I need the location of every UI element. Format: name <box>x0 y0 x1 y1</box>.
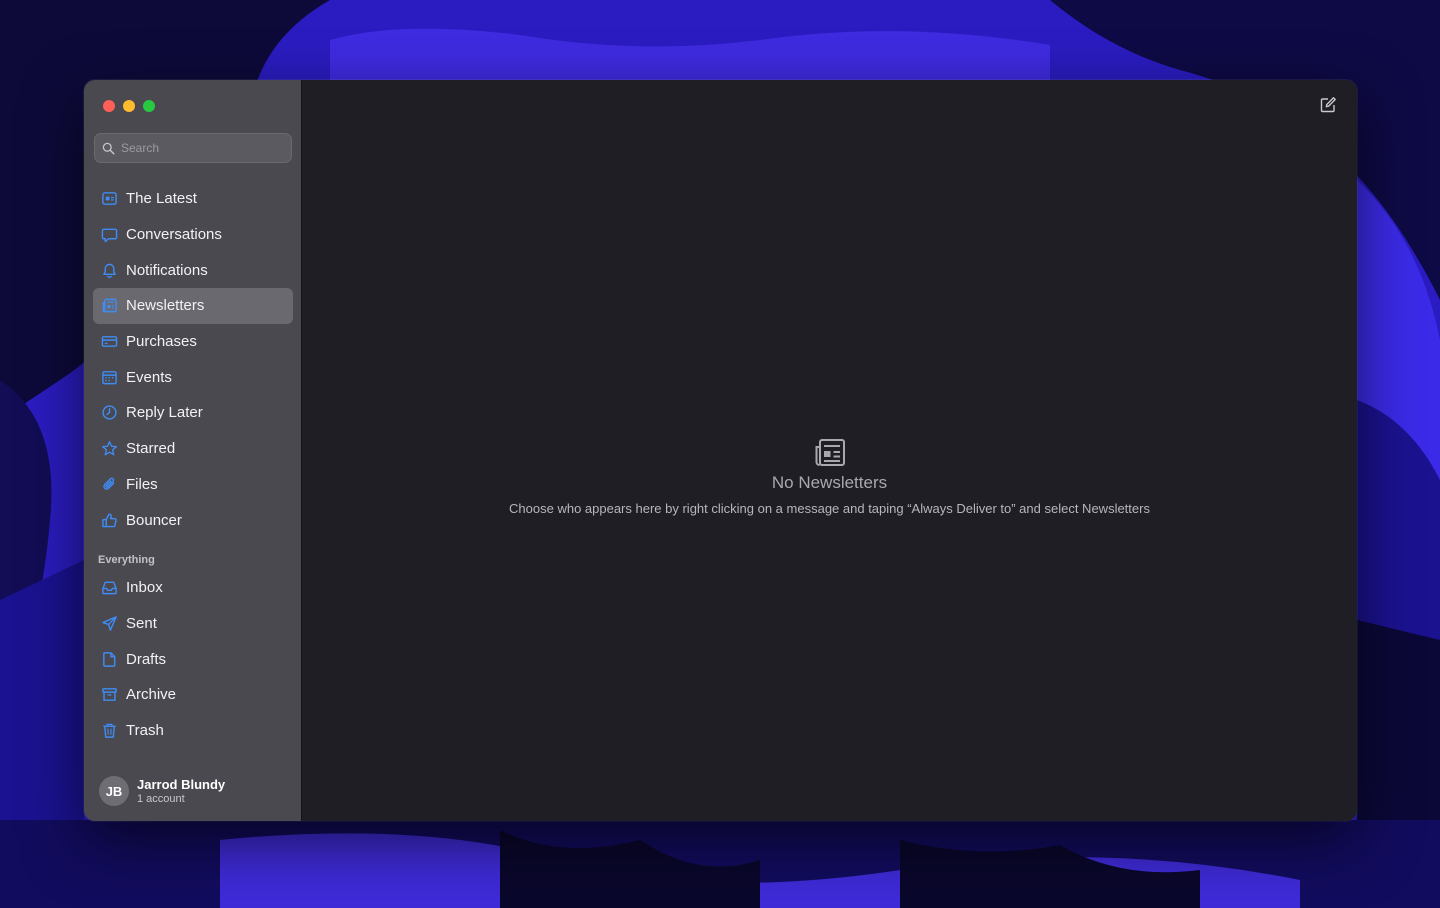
account-switcher[interactable]: JB Jarrod Blundy 1 account <box>84 761 301 821</box>
sidebar-item-the-latest[interactable]: The Latest <box>93 181 293 217</box>
sidebar-item-events[interactable]: Events <box>93 359 293 395</box>
sidebar-item-label: Inbox <box>126 579 163 597</box>
paper-plane-icon <box>100 615 118 633</box>
search-input[interactable] <box>121 141 281 155</box>
credit-card-icon <box>100 333 118 351</box>
sidebar-item-label: Conversations <box>126 226 222 244</box>
paperclip-icon <box>100 475 118 493</box>
calendar-icon <box>100 368 118 386</box>
sidebar-item-label: Files <box>126 475 158 493</box>
sidebar-nav: The Latest Conversations Notifications N… <box>93 181 293 538</box>
account-name: Jarrod Blundy <box>137 777 226 792</box>
avatar: JB <box>99 776 129 806</box>
inbox-icon <box>100 579 118 597</box>
sidebar-item-conversations[interactable]: Conversations <box>93 217 293 253</box>
sidebar-item-label: The Latest <box>126 190 197 208</box>
sidebar-item-reply-later[interactable]: Reply Later <box>93 395 293 431</box>
clock-icon <box>100 404 118 422</box>
newspaper-icon <box>815 439 845 466</box>
sidebar-item-label: Drafts <box>126 650 167 668</box>
sidebar-item-label: Newsletters <box>126 297 205 315</box>
account-info: Jarrod Blundy 1 account <box>137 777 225 805</box>
sidebar-item-drafts[interactable]: Drafts <box>93 641 293 677</box>
sidebar-item-label: Sent <box>126 615 157 633</box>
sidebar-item-sent[interactable]: Sent <box>93 606 293 642</box>
sidebar-item-inbox[interactable]: Inbox <box>93 570 293 606</box>
compose-button[interactable] <box>1319 96 1337 114</box>
latest-icon <box>100 190 118 208</box>
maximize-window-button[interactable] <box>143 100 155 112</box>
sidebar-item-starred[interactable]: Starred <box>93 431 293 467</box>
sidebar-item-archive[interactable]: Archive <box>93 677 293 713</box>
minimize-window-button[interactable] <box>123 100 135 112</box>
chat-bubble-icon <box>100 226 118 244</box>
sidebar-item-label: Starred <box>126 440 176 458</box>
sidebar-item-bouncer[interactable]: Bouncer <box>93 502 293 538</box>
section-header-everything: Everything <box>98 554 155 566</box>
star-icon <box>100 440 118 458</box>
everything-nav: Inbox Sent Drafts Archive Trash <box>93 570 293 760</box>
bell-icon <box>100 261 118 279</box>
sidebar: The Latest Conversations Notifications N… <box>84 80 302 821</box>
empty-state: No Newsletters Choose who appears here b… <box>302 438 1357 516</box>
sidebar-item-label: Bouncer <box>126 511 182 529</box>
sidebar-item-notifications[interactable]: Notifications <box>93 252 293 288</box>
trash-icon <box>100 722 118 740</box>
archive-box-icon <box>100 686 118 704</box>
search-icon <box>102 142 115 155</box>
sidebar-item-label: Events <box>126 368 172 386</box>
sidebar-item-purchases[interactable]: Purchases <box>93 324 293 360</box>
close-window-button[interactable] <box>103 100 115 112</box>
thumbs-up-icon <box>100 511 118 529</box>
document-icon <box>100 650 118 668</box>
empty-state-description: Choose who appears here by right clickin… <box>509 501 1150 516</box>
sidebar-item-files[interactable]: Files <box>93 467 293 503</box>
sidebar-item-label: Notifications <box>126 261 208 279</box>
newspaper-icon <box>100 297 118 315</box>
empty-state-title: No Newsletters <box>771 473 888 492</box>
main-pane: No Newsletters Choose who appears here b… <box>302 80 1357 821</box>
sidebar-item-trash[interactable]: Trash <box>93 713 293 749</box>
sidebar-item-label: Reply Later <box>126 404 203 422</box>
sidebar-item-label: Purchases <box>126 333 197 351</box>
sidebar-item-label: Archive <box>126 686 177 704</box>
sidebar-item-label: Trash <box>126 722 164 740</box>
window-controls <box>103 100 155 112</box>
sidebar-item-newsletters[interactable]: Newsletters <box>93 288 293 324</box>
mail-window: The Latest Conversations Notifications N… <box>84 80 1357 821</box>
account-count: 1 account <box>137 793 185 805</box>
search-field[interactable] <box>94 133 292 163</box>
compose-icon <box>1320 97 1336 113</box>
